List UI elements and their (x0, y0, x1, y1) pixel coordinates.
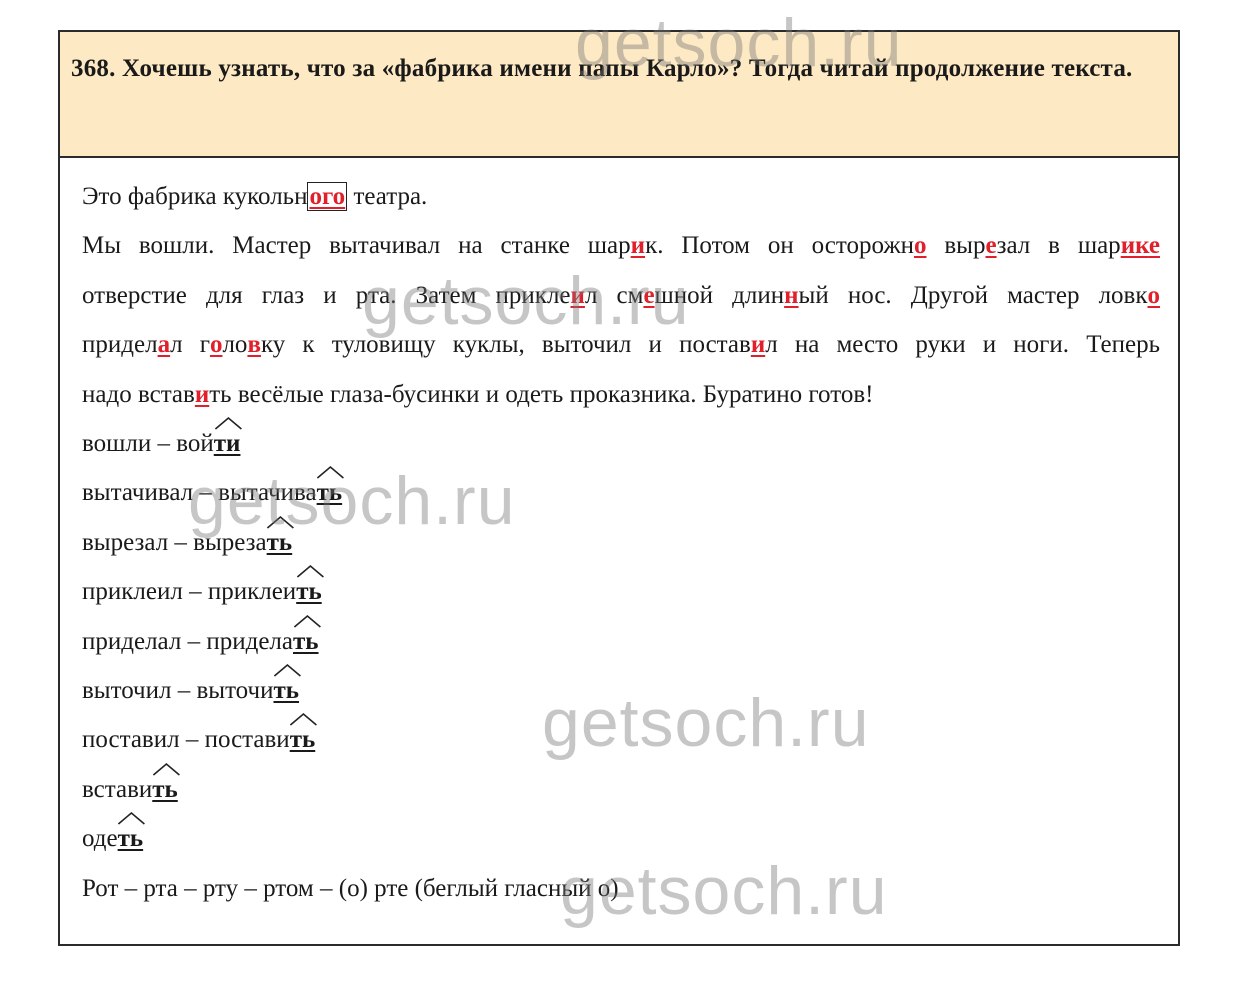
exercise-card: 368. Хочешь узнать, что за «фабрика имен… (58, 30, 1180, 946)
word-pair: приклеил – приклеи ть (82, 565, 1160, 616)
text-line-3: отверстие для глаз и рта. Затем приклеил… (82, 281, 1161, 309)
text-line-5: надо вставить весёлые глаза-бусинки и од… (82, 380, 874, 408)
word-pair: выточил – выточи ть (82, 664, 1160, 715)
highlighted-letter: о (914, 232, 927, 260)
note-line: Рот – рта – рту – ртом – (о) рте (беглый… (82, 874, 619, 902)
suffix-mark: ть (296, 565, 324, 605)
text-line-4: приделал головку к туловищу куклы, выточ… (82, 331, 1160, 359)
suffix-arc-icon (290, 713, 318, 727)
word-pair-list: вошли – вой ти вытачивал – вытачива ть выр… (82, 416, 1160, 864)
highlighted-letter: е (985, 232, 997, 260)
word-pair: приделал – приделa ть (82, 614, 1160, 666)
suffix-mark: ти (214, 416, 243, 457)
highlighted-ending: ого (307, 182, 348, 211)
highlighted-letter: в (247, 331, 261, 359)
task-header: 368. Хочешь узнать, что за «фабрика имен… (60, 32, 1178, 158)
highlighted-letter: и (750, 331, 766, 359)
text-line-2: Мы вошли. Мастер вытачивал на станке шар… (82, 232, 1160, 260)
word-pair: встави ть (82, 762, 1160, 814)
highlighted-letter: а (157, 331, 171, 359)
suffix-mark: ть (273, 664, 302, 704)
suffix-arc-icon (267, 515, 295, 529)
task-text: Хочешь узнать, что за «фабрика имени пап… (122, 55, 1133, 82)
suffix-arc-icon (296, 565, 324, 578)
highlighted-letter: е (1148, 232, 1160, 260)
highlighted-letter: е (643, 281, 655, 309)
suffix-mark: ть (267, 515, 295, 556)
highlighted-letter: и (194, 380, 210, 408)
answer-body: Это фабрика кукольного театра. Мы вошли.… (60, 158, 1178, 913)
text-line-1: Это фабрика кукольного театра. (82, 182, 428, 211)
suffix-arc-icon (317, 466, 345, 480)
suffix-arc-icon (274, 664, 302, 677)
word-pair: оде ть (82, 812, 1160, 863)
highlighted-letter: н (784, 281, 799, 309)
highlighted-letter: и (570, 281, 585, 309)
suffix-arc-icon (152, 762, 180, 776)
suffix-arc-icon (214, 416, 243, 430)
task-number: 368. (71, 55, 116, 82)
suffix-arc-icon (293, 614, 321, 628)
word-pair: вошли – вой ти (82, 416, 1160, 468)
suffix-arc-icon (118, 812, 146, 825)
highlighted-letter: о (209, 331, 223, 359)
word-pair: вытачивал – вытачива ть (82, 466, 1160, 517)
suffix-mark: ть (290, 713, 318, 753)
suffix-mark: ть (317, 466, 345, 506)
suffix-mark: ть (152, 762, 180, 803)
suffix-mark: ть (118, 812, 146, 852)
highlighted-letter: ик (1120, 232, 1149, 260)
word-pair: вырезал – выреза ть (82, 515, 1160, 567)
suffix-mark: ть (293, 614, 321, 655)
word-pair: поставил – постави ть (82, 713, 1160, 764)
highlighted-letter: о (1147, 281, 1161, 309)
highlighted-letter: и (630, 232, 646, 260)
